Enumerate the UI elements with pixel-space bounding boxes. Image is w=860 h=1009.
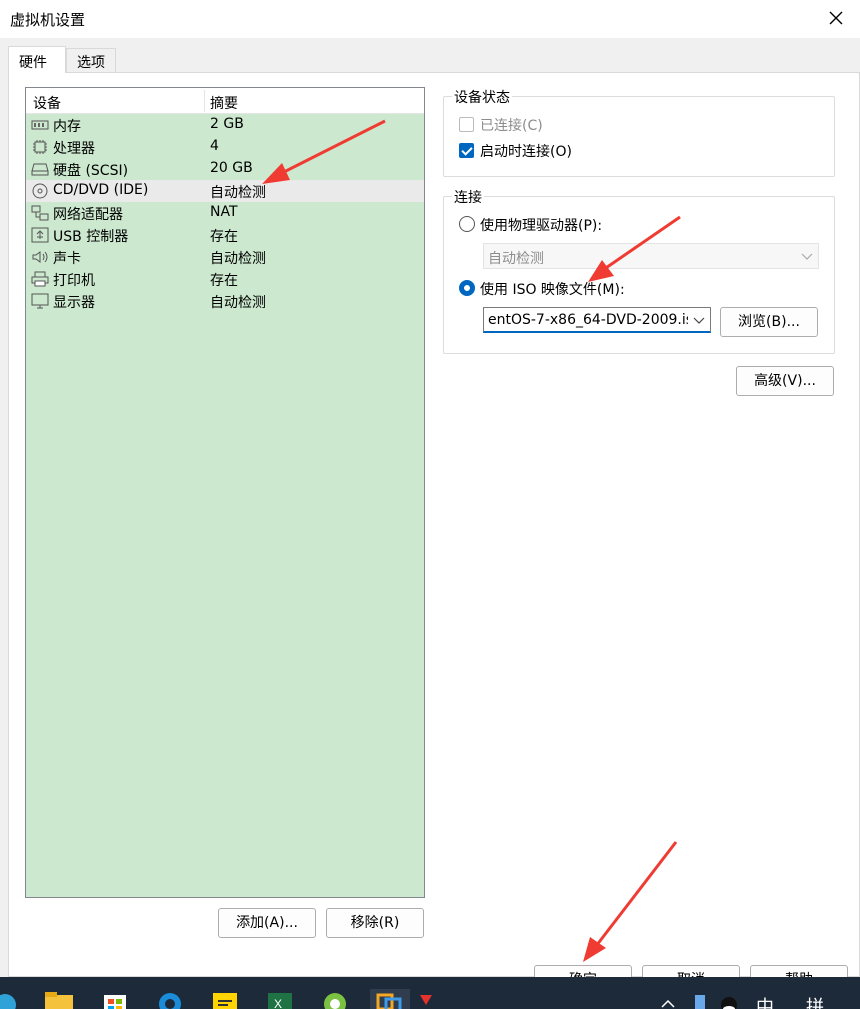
app-icon[interactable] (320, 989, 350, 1009)
physical-drive-select[interactable]: 自动检测 (483, 243, 819, 269)
qq-icon[interactable] (718, 989, 740, 1009)
store-icon[interactable] (100, 989, 130, 1009)
connection-legend: 连接 (452, 187, 484, 207)
chevron-up-icon[interactable] (658, 989, 678, 1009)
device-row-sound[interactable]: 声卡 自动检测 (26, 246, 424, 268)
usb-tray-icon[interactable] (690, 989, 710, 1009)
network-adapter-icon (31, 205, 49, 221)
vmware-icon[interactable] (370, 989, 410, 1009)
device-name: 打印机 (53, 273, 95, 289)
header-divider[interactable] (204, 90, 205, 112)
device-row-cd-dvd[interactable]: CD/DVD (IDE) 自动检测 (26, 180, 424, 202)
connected-label[interactable]: 已连接(C) (480, 115, 543, 135)
cd-dvd-icon (32, 183, 48, 199)
close-icon[interactable] (824, 6, 848, 30)
device-list-header: 设备 摘要 (26, 88, 424, 114)
tab-options[interactable]: 选项 (66, 48, 116, 72)
device-summary: 2 GB (210, 116, 244, 132)
ime-language[interactable]: 中 (756, 993, 774, 1009)
device-row-display[interactable]: 显示器 自动检测 (26, 290, 424, 312)
connected-checkbox[interactable] (459, 117, 474, 132)
device-row-processor[interactable]: 处理器 4 (26, 136, 424, 158)
device-name: 内存 (53, 119, 81, 135)
physical-drive-value: 自动检测 (488, 251, 544, 267)
file-explorer-icon[interactable] (44, 989, 74, 1009)
device-summary: 自动检测 (210, 295, 266, 311)
red-triangle-icon (420, 995, 432, 1005)
iso-image-label[interactable]: 使用 ISO 映像文件(M): (480, 279, 625, 299)
device-name: 硬盘 (SCSI) (53, 163, 129, 179)
physical-drive-radio[interactable] (459, 216, 475, 232)
iso-image-radio[interactable] (459, 280, 475, 296)
harddisk-icon (31, 163, 49, 176)
device-summary: 存在 (210, 229, 238, 245)
add-button[interactable]: 添加(A)... (218, 908, 316, 938)
header-device[interactable]: 设备 (33, 93, 61, 113)
device-row-usb[interactable]: USB 控制器 存在 (26, 224, 424, 246)
iso-path-input[interactable]: entOS-7-x86_64-DVD-2009.iso (483, 307, 711, 333)
physical-drive-label[interactable]: 使用物理驱动器(P): (480, 215, 602, 235)
device-name: 显示器 (53, 295, 95, 311)
ime-mode[interactable]: 拼 (806, 993, 824, 1009)
device-name: 声卡 (53, 251, 81, 267)
device-row-harddisk[interactable]: 硬盘 (SCSI) 20 GB (26, 158, 424, 180)
title-bar: 虚拟机设置 (0, 0, 860, 38)
tab-hardware[interactable]: 硬件 (8, 46, 66, 73)
excel-icon[interactable]: X (265, 989, 295, 1009)
svg-text:X: X (274, 997, 282, 1009)
device-status-group: 设备状态 (443, 87, 835, 177)
device-status-legend: 设备状态 (452, 87, 512, 107)
connect-at-power-on-checkbox[interactable] (459, 143, 474, 158)
device-name: 处理器 (53, 141, 95, 157)
printer-icon (31, 271, 49, 287)
device-list[interactable]: 设备 摘要 内存 2 GB 处理器 4 硬盘 (SCSI) 20 GB CD/D… (25, 87, 425, 898)
iso-path-value: entOS-7-x86_64-DVD-2009.iso (488, 312, 688, 328)
device-summary: 存在 (210, 273, 238, 289)
device-summary: NAT (210, 204, 238, 220)
display-icon (31, 293, 49, 309)
device-name: 网络适配器 (53, 207, 123, 223)
window-title: 虚拟机设置 (10, 11, 86, 29)
device-summary: 自动检测 (210, 251, 266, 267)
device-summary: 4 (210, 138, 219, 154)
browse-button[interactable]: 浏览(B)... (720, 307, 818, 337)
device-name: CD/DVD (IDE) (53, 182, 149, 198)
chevron-down-icon[interactable] (693, 315, 705, 325)
device-name: USB 控制器 (53, 229, 129, 245)
device-row-printer[interactable]: 打印机 存在 (26, 268, 424, 290)
chevron-down-icon (801, 253, 813, 260)
device-summary: 20 GB (210, 160, 253, 176)
processor-icon (33, 140, 47, 154)
device-row-network[interactable]: 网络适配器 NAT (26, 202, 424, 224)
connect-at-power-on-label[interactable]: 启动时连接(O) (480, 141, 572, 161)
taskbar: X 中 拼 (0, 977, 860, 1009)
memory-icon (31, 120, 49, 130)
sound-icon (32, 251, 48, 263)
device-summary: 自动检测 (210, 185, 266, 201)
remove-button[interactable]: 移除(R) (326, 908, 424, 938)
header-summary[interactable]: 摘要 (210, 93, 238, 113)
edge-icon[interactable] (0, 989, 20, 1009)
advanced-button[interactable]: 高级(V)... (736, 366, 834, 396)
notes-icon[interactable] (210, 989, 240, 1009)
usb-icon (31, 227, 49, 243)
browser-icon[interactable] (155, 989, 185, 1009)
device-row-memory[interactable]: 内存 2 GB (26, 114, 424, 136)
